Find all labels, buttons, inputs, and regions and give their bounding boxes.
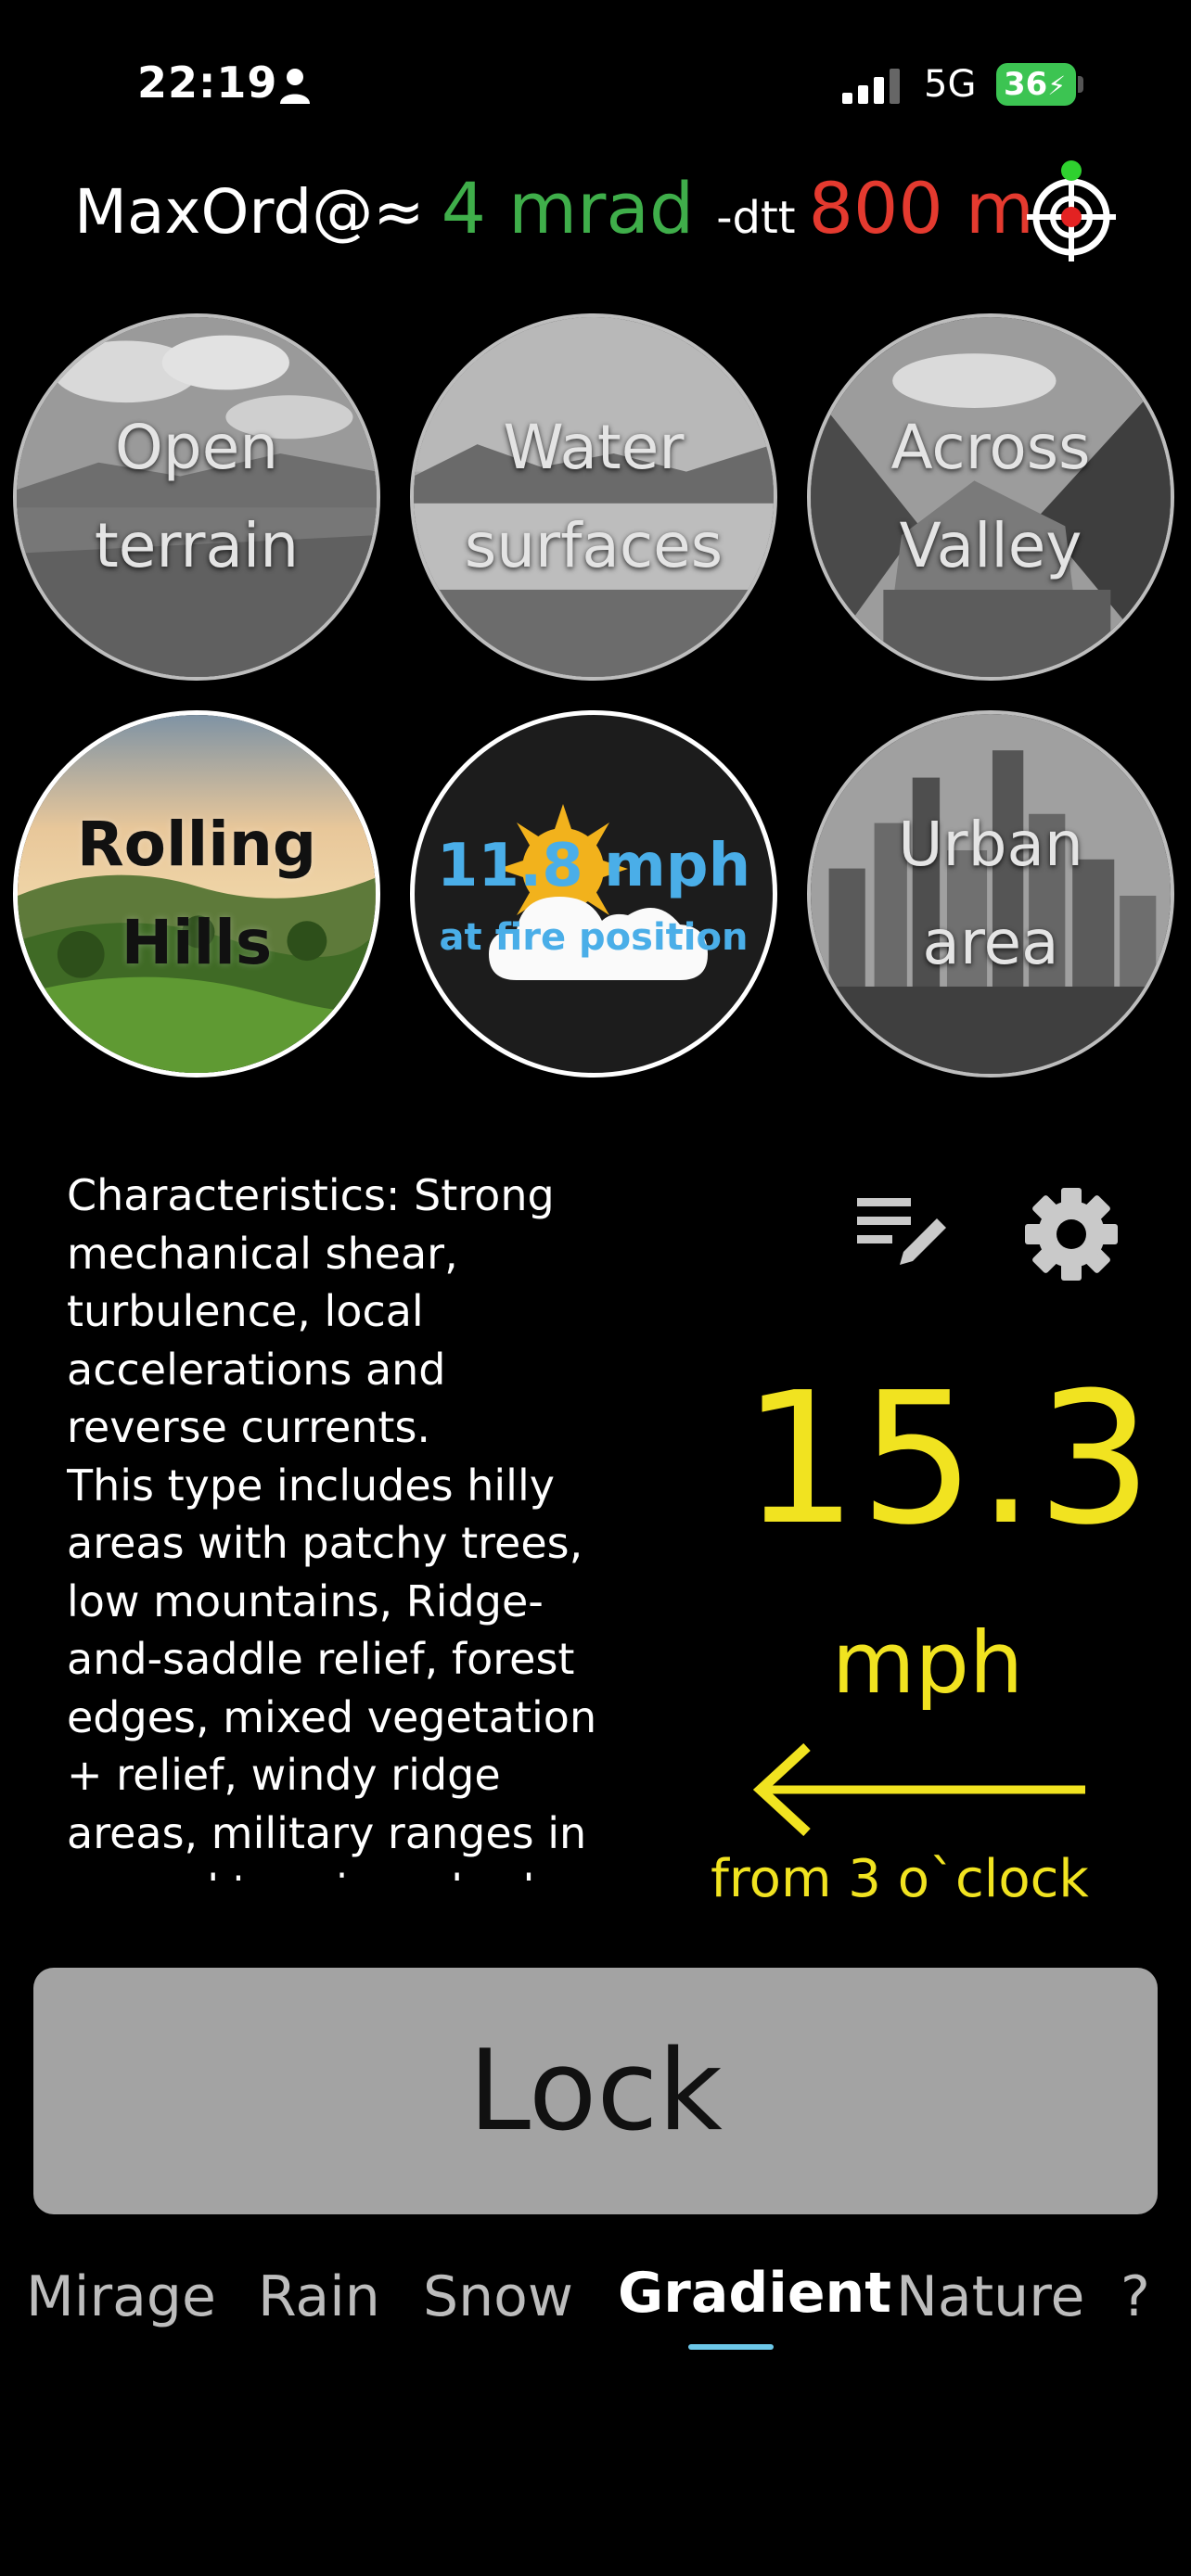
bottom-tab-bar: Mirage Rain Snow Gradient Nature ? bbox=[0, 2261, 1191, 2366]
tile-label-line2: surfaces bbox=[464, 510, 724, 581]
wind-forecast-text: 11.8 mph at fire position bbox=[437, 829, 750, 959]
wind-speed-unit: mph bbox=[831, 1613, 1024, 1713]
max-ord-mrad: 4 mrad bbox=[441, 167, 695, 249]
wind-speed-value: 15.3 bbox=[742, 1354, 1155, 1565]
tile-water-surfaces[interactable]: Water surfaces bbox=[410, 313, 777, 681]
tab-rain[interactable]: Rain bbox=[258, 2264, 380, 2329]
target-icon[interactable] bbox=[1020, 156, 1122, 267]
signal-icon bbox=[842, 69, 900, 104]
edit-list-icon[interactable] bbox=[853, 1191, 954, 1274]
person-icon bbox=[280, 69, 310, 104]
tile-label-line1: Urban bbox=[898, 809, 1083, 880]
charging-bolt-icon: ⚡ bbox=[1047, 70, 1066, 101]
tab-help[interactable]: ? bbox=[1121, 2264, 1150, 2329]
gear-icon[interactable] bbox=[1020, 1183, 1122, 1285]
status-time: 22:19 bbox=[137, 57, 278, 108]
tile-label-line2: Hills bbox=[121, 907, 273, 978]
tile-label-line1: Open bbox=[114, 412, 279, 483]
tab-gradient[interactable]: Gradient bbox=[618, 2261, 891, 2326]
lock-button[interactable]: Lock bbox=[33, 1968, 1158, 2214]
forecast-wind-value: 11.8 mph bbox=[436, 832, 751, 900]
tab-nature[interactable]: Nature bbox=[896, 2264, 1084, 2329]
dtt-label: -dtt bbox=[716, 192, 796, 244]
tile-across-valley[interactable]: Across Valley bbox=[807, 313, 1174, 681]
tile-label-line1: Water bbox=[503, 412, 685, 483]
tile-label-line1: Across bbox=[890, 412, 1091, 483]
battery-tip bbox=[1078, 76, 1083, 93]
tile-open-terrain[interactable]: Open terrain bbox=[13, 313, 380, 681]
battery-level: 36 bbox=[1004, 66, 1048, 103]
tile-label-line1: Rolling bbox=[76, 809, 317, 880]
tile-label-line2: area bbox=[922, 907, 1059, 978]
max-ord-label: MaxOrd@≈ bbox=[74, 176, 425, 248]
tile-urban-area[interactable]: Urban area bbox=[807, 710, 1174, 1078]
tile-label-line2: Valley bbox=[899, 510, 1082, 581]
distance-value: 800 m bbox=[808, 167, 1034, 249]
forecast-wind-sub: at fire position bbox=[439, 916, 749, 959]
tile-label-line2: terrain bbox=[94, 510, 300, 581]
terrain-description[interactable]: Characteristics: Strong mechanical shear… bbox=[67, 1167, 605, 1881]
header-readout: MaxOrd@≈ 4 mrad -dtt 800 m bbox=[74, 167, 1034, 250]
tile-wind-forecast[interactable]: 11.8 mph at fire position bbox=[410, 710, 777, 1078]
tab-snow[interactable]: Snow bbox=[423, 2264, 573, 2329]
arrow-left-icon bbox=[752, 1743, 1085, 1836]
battery-indicator: 36⚡ bbox=[996, 63, 1076, 106]
network-type: 5G bbox=[924, 63, 977, 106]
active-tab-indicator bbox=[688, 2344, 774, 2350]
wind-direction: from 3 o`clock bbox=[711, 1849, 1089, 1909]
tile-rolling-hills[interactable]: Rolling Hills bbox=[13, 710, 380, 1078]
tab-mirage[interactable]: Mirage bbox=[26, 2264, 216, 2329]
